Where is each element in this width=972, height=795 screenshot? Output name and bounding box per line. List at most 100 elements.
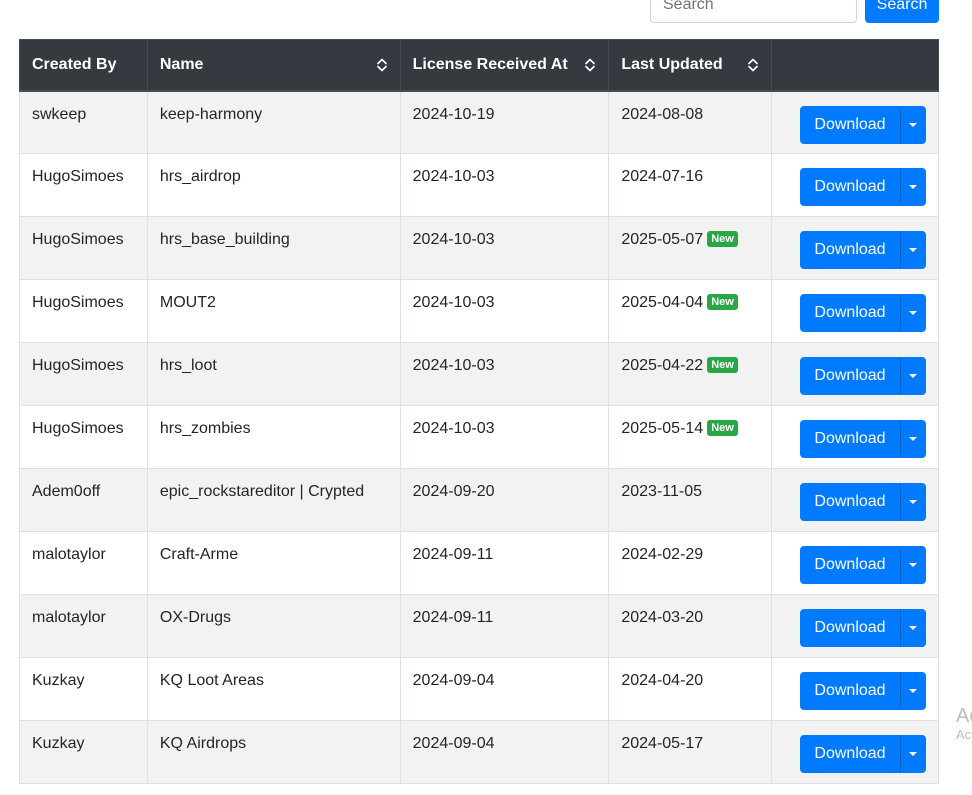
download-button[interactable]: Download: [800, 168, 900, 206]
download-dropdown-toggle[interactable]: [900, 105, 926, 144]
cell-actions: Download: [771, 468, 939, 532]
cell-created-by: malotaylor: [19, 594, 148, 658]
download-dropdown-toggle[interactable]: [900, 168, 926, 206]
last-updated-date: 2024-03-20: [621, 609, 704, 626]
last-updated-date: 2025-04-22: [621, 357, 704, 374]
download-button-group: Download: [800, 483, 926, 521]
cell-last-updated: 2024-02-29: [608, 531, 773, 595]
table-row: Kuzkay KQ Loot Areas 2024-09-04 2024-04-20 D…: [19, 657, 939, 721]
cell-license-received-at: 2024-09-20: [399, 468, 610, 532]
download-button[interactable]: Download: [800, 231, 900, 269]
cell-last-updated: 2024-05-17: [608, 720, 773, 784]
download-dropdown-toggle[interactable]: [900, 609, 926, 647]
header-created-by-label: Created By: [32, 55, 117, 73]
caret-down-icon: [909, 437, 917, 441]
cell-created-by: HugoSimoes: [19, 216, 148, 280]
table-header: Created By Name License Received At Last…: [19, 39, 939, 92]
table-row: swkeep keep-harmony 2024-10-19 2024-08-08 Do…: [19, 90, 939, 154]
download-dropdown-toggle[interactable]: [900, 294, 926, 332]
cell-name: hrs_zombies: [146, 405, 401, 469]
search-input[interactable]: [650, 0, 857, 23]
cell-created-by: swkeep: [19, 90, 148, 154]
download-button[interactable]: Download: [800, 735, 900, 773]
cell-created-by: HugoSimoes: [19, 279, 148, 343]
download-button[interactable]: Download: [800, 357, 900, 395]
table-row: HugoSimoes hrs_zombies 2024-10-03 2025-05-1…: [19, 405, 939, 469]
caret-down-icon: [909, 752, 917, 756]
download-button-group: Download: [800, 231, 926, 269]
caret-down-icon: [909, 311, 917, 315]
cell-created-by: Adem0off: [19, 468, 148, 532]
cell-license-received-at: 2024-09-04: [399, 720, 610, 784]
cell-license-received-at: 2024-10-03: [399, 279, 610, 343]
cell-actions: Download: [771, 405, 939, 469]
cell-license-received-at: 2024-10-03: [399, 405, 610, 469]
cell-name: epic_rockstareditor | Crypted: [146, 468, 401, 532]
cell-actions: Download: [771, 153, 939, 217]
download-button[interactable]: Download: [800, 294, 900, 332]
cell-created-by: Kuzkay: [19, 657, 148, 721]
header-name[interactable]: Name: [146, 39, 401, 92]
cell-created-by: malotaylor: [19, 531, 148, 595]
download-dropdown-toggle[interactable]: [900, 357, 926, 395]
download-button-group: Download: [800, 294, 926, 332]
cell-name: hrs_airdrop: [146, 153, 401, 217]
header-license-received-at[interactable]: License Received At: [399, 39, 610, 92]
download-button[interactable]: Download: [800, 672, 900, 710]
last-updated-date: 2024-07-16: [621, 168, 704, 185]
cell-last-updated: 2023-11-05: [608, 468, 773, 532]
download-button[interactable]: Download: [800, 420, 900, 458]
cell-name: MOUT2: [146, 279, 401, 343]
download-dropdown-toggle[interactable]: [900, 735, 926, 773]
caret-down-icon: [909, 185, 917, 189]
download-button-group: Download: [800, 735, 926, 773]
search-bar: Search: [650, 0, 939, 23]
cell-actions: Download: [771, 342, 939, 406]
download-button[interactable]: Download: [800, 105, 900, 144]
download-button-group: Download: [800, 609, 926, 647]
caret-down-icon: [909, 122, 917, 127]
last-updated-date: 2024-05-17: [621, 735, 704, 752]
cell-actions: Download: [771, 90, 939, 154]
cell-actions: Download: [771, 657, 939, 721]
cell-license-received-at: 2024-10-03: [399, 216, 610, 280]
last-updated-date: 2024-04-20: [621, 672, 704, 689]
caret-down-icon: [909, 248, 917, 252]
sort-icon: [585, 58, 596, 72]
last-updated-date: 2025-05-07: [621, 231, 704, 248]
cell-actions: Download: [771, 531, 939, 595]
cell-license-received-at: 2024-09-11: [399, 594, 610, 658]
header-license-received-at-label: License Received At: [412, 55, 568, 73]
last-updated-date: 2024-02-29: [621, 546, 704, 563]
download-button-group: Download: [800, 168, 926, 206]
cell-last-updated: 2025-04-22 New: [608, 342, 773, 406]
new-badge: New: [707, 420, 738, 436]
cell-name: KQ Airdrops: [146, 720, 401, 784]
cell-license-received-at: 2024-10-19: [399, 90, 610, 154]
download-button[interactable]: Download: [800, 609, 900, 647]
cell-name: keep-harmony: [146, 90, 401, 154]
download-button-group: Download: [800, 672, 926, 710]
cell-license-received-at: 2024-10-03: [399, 342, 610, 406]
cell-actions: Download: [771, 216, 939, 280]
watermark-line-2: Ac: [956, 727, 972, 742]
watermark-line-1: Ac: [956, 705, 972, 727]
download-button[interactable]: Download: [800, 546, 900, 584]
download-dropdown-toggle[interactable]: [900, 420, 926, 458]
table-row: HugoSimoes hrs_loot 2024-10-03 2025-04-22 Ne…: [19, 342, 939, 406]
cell-last-updated: 2025-05-07 New: [608, 216, 773, 280]
download-dropdown-toggle[interactable]: [900, 546, 926, 584]
table-row: Adem0off epic_rockstareditor | Crypted 202…: [19, 468, 939, 532]
caret-down-icon: [909, 689, 917, 693]
download-dropdown-toggle[interactable]: [900, 672, 926, 710]
download-dropdown-toggle[interactable]: [900, 483, 926, 521]
table-body: swkeep keep-harmony 2024-10-19 2024-08-08 Do…: [19, 90, 939, 784]
header-created-by[interactable]: Created By: [19, 39, 148, 92]
download-dropdown-toggle[interactable]: [900, 231, 926, 269]
download-button[interactable]: Download: [800, 483, 900, 521]
caret-down-icon: [909, 626, 917, 630]
cell-actions: Download: [771, 279, 939, 343]
last-updated-date: 2025-04-04: [621, 294, 704, 311]
search-button[interactable]: Search: [865, 0, 939, 23]
header-last-updated[interactable]: Last Updated: [608, 39, 773, 92]
